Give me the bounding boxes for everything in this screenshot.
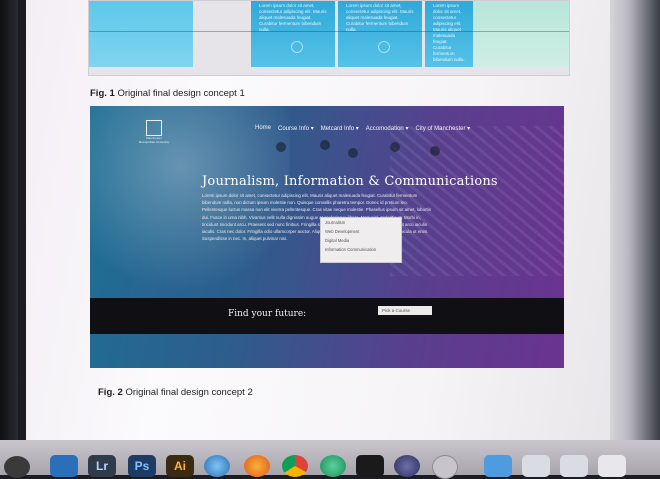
folder-icon[interactable] [484,455,512,477]
university-logo-icon [146,120,162,136]
figure-1-caption: Fig. 1 Original final design concept 1 [90,88,245,99]
figure-2-caption-text: Original final design concept 2 [122,387,253,398]
tree-shape [390,142,400,152]
tree-shape [430,146,440,156]
dropdown-option: Journalism [325,220,346,225]
tree-shape [276,142,286,152]
nav-item-course-info: Course Info ▾ [278,126,314,132]
firefox-icon[interactable] [244,455,270,477]
window-thumbnail[interactable] [522,455,550,477]
chrome-icon[interactable] [282,455,308,477]
nav-item-metcard-info: Metcard Info ▾ [320,126,359,132]
tree-shape [320,140,330,150]
dropdown-option: Digital Media [325,238,350,243]
atom-icon[interactable] [320,455,346,477]
monitor-bezel-right [608,0,660,440]
figure-1-image: Lorem ipsum dolor sit amet, consectetur … [88,0,570,76]
figure-1-column: Lorem ipsum dolor sit amet, consectetur … [251,1,335,67]
figure-1-column: Lorem ipsum dolor sit amet, consectetur … [338,1,422,67]
app-icon[interactable] [394,455,420,477]
hero-title: Journalism, Information & Communications [202,174,498,189]
dropdown-option: Information Communication [325,247,377,252]
figure-1-column: Lorem ipsum dolor sit amet, consectetur … [425,1,473,67]
lightroom-icon[interactable]: Lr [88,455,116,477]
figure-1-caption-label: Fig. 1 [90,88,115,99]
university-logo-text: Manchester Metropolitan University [138,136,170,144]
figure-1-column-text: Lorem ipsum dolor sit amet, consectetur … [259,3,327,32]
photoshop-icon[interactable]: Ps [128,455,156,477]
window-thumbnail[interactable] [598,455,626,477]
window-thumbnail[interactable] [560,455,588,477]
circle-icon [378,41,390,53]
figure-1-left-band [89,1,193,67]
terminal-icon[interactable] [356,455,384,477]
tree-shape [348,148,358,158]
figure-1-caption-text: Original final design concept 1 [114,88,245,99]
figure-2-caption-label: Fig. 2 [98,387,123,398]
figure-1-right-band [473,1,569,67]
figure-2-caption: Fig. 2 Original final design concept 2 [98,387,253,398]
monitor-bezel-left [0,0,18,475]
site-nav: Home Course Info ▾ Metcard Info ▾ Accomo… [255,125,470,132]
course-select: Pick a Course [378,306,432,315]
dropdown-option: Web Development [325,229,360,234]
find-future-label: Find your future: [228,309,307,319]
document-page: Lorem ipsum dolor sit amet, consectetur … [26,0,610,452]
nav-item-city: City of Manchester ▾ [415,126,471,132]
figure-1-column-text: Lorem ipsum dolor sit amet, consectetur … [433,3,465,62]
nav-item-accomodation: Accomodation ▾ [365,126,409,132]
figure-1-column-text: Lorem ipsum dolor sit amet, consectetur … [346,3,414,32]
safari-icon[interactable] [204,455,230,477]
illustrator-icon[interactable]: Ai [166,455,194,477]
figure-1-divider [89,31,569,32]
word-icon[interactable] [50,455,78,477]
nav-item-home: Home [255,125,272,131]
gear-icon[interactable] [432,455,458,479]
course-dropdown: Journalism Web Development Digital Media… [320,217,402,263]
find-future-bar: Find your future: Pick a Course [90,298,564,334]
circle-icon [291,41,303,53]
